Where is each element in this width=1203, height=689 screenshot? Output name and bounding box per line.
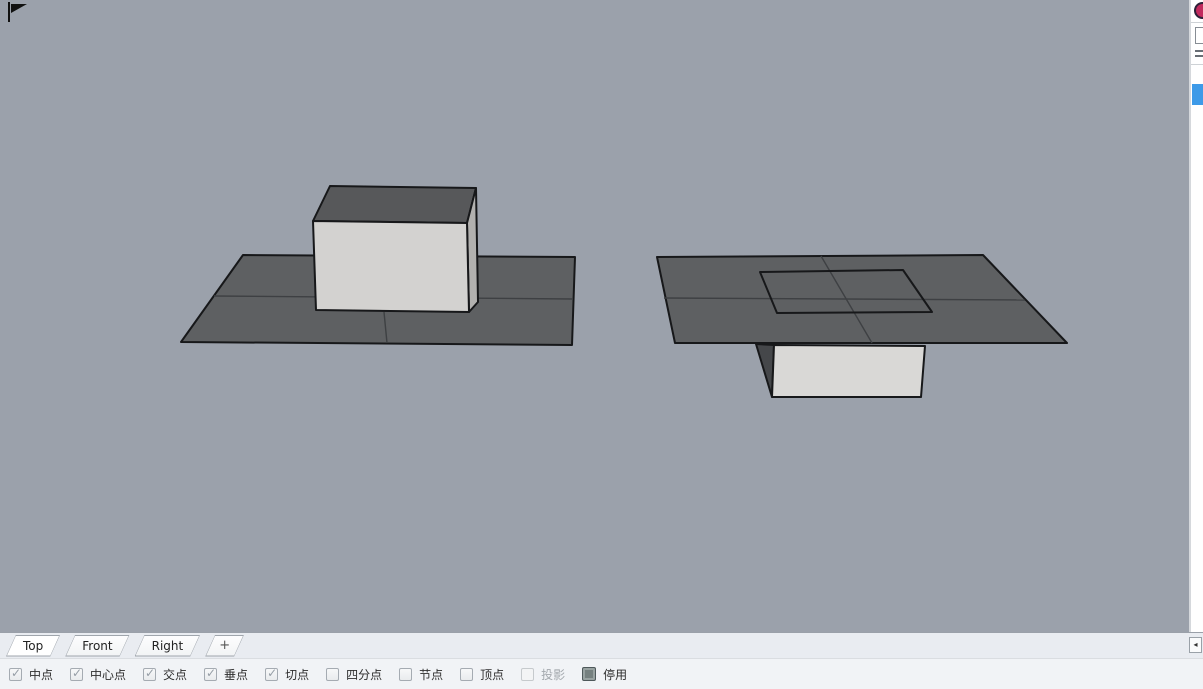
osnap-item-center: 中心点 — [70, 666, 126, 683]
osnap-label-project[interactable]: 投影 — [541, 666, 565, 683]
osnap-label-center[interactable]: 中心点 — [90, 666, 126, 683]
properties-circle-icon[interactable] — [1194, 2, 1203, 19]
osnap-checkbox-tangent[interactable] — [265, 668, 278, 681]
osnap-item-disable: 停用 — [582, 666, 627, 683]
osnap-label-perpendicular[interactable]: 垂点 — [224, 666, 248, 683]
left-box-top-face — [313, 186, 476, 223]
osnap-label-intersection[interactable]: 交点 — [163, 666, 187, 683]
osnap-item-quadrant: 四分点 — [326, 666, 382, 683]
scene-3d — [0, 0, 1189, 632]
osnap-item-project: 投影 — [521, 666, 565, 683]
osnap-label-tangent[interactable]: 切点 — [285, 666, 309, 683]
right-box-front-face — [772, 345, 925, 397]
left-box-front-face — [313, 221, 469, 312]
tab-add-viewport[interactable]: + — [205, 635, 244, 657]
osnap-item-intersection: 交点 — [143, 666, 187, 683]
osnap-checkbox-mid[interactable] — [9, 668, 22, 681]
tab-front-label: Front — [66, 636, 128, 656]
osnap-checkbox-knot[interactable] — [399, 668, 412, 681]
document-icon[interactable] — [1195, 27, 1203, 44]
osnap-checkbox-project[interactable] — [521, 668, 534, 681]
tab-front[interactable]: Front — [65, 635, 129, 657]
osnap-item-tangent: 切点 — [265, 666, 309, 683]
osnap-checkbox-disable[interactable] — [582, 667, 596, 681]
tab-top[interactable]: Top — [6, 635, 60, 657]
left-box-on-plane[interactable] — [181, 186, 575, 345]
osnap-label-mid[interactable]: 中点 — [29, 666, 53, 683]
selection-cursor-icon — [0, 0, 32, 26]
panel-divider — [1191, 22, 1203, 23]
tab-scroll-button[interactable]: ◂ — [1189, 637, 1202, 653]
list-icon[interactable] — [1195, 50, 1203, 60]
cad-application-window: Top Front Right + ◂ 中点 中心点 交点 垂点 — [0, 0, 1203, 689]
tab-right[interactable]: Right — [135, 635, 201, 657]
right-box-under-plane[interactable] — [657, 255, 1067, 397]
right-side-panel — [1189, 0, 1203, 632]
blue-layer-swatch[interactable] — [1192, 84, 1203, 105]
osnap-checkbox-perpendicular[interactable] — [204, 668, 217, 681]
osnap-label-vertex[interactable]: 顶点 — [480, 666, 504, 683]
osnap-label-disable[interactable]: 停用 — [603, 666, 627, 683]
osnap-item-mid: 中点 — [9, 666, 53, 683]
osnap-item-perpendicular: 垂点 — [204, 666, 248, 683]
osnap-checkbox-quadrant[interactable] — [326, 668, 339, 681]
osnap-label-quadrant[interactable]: 四分点 — [346, 666, 382, 683]
osnap-checkbox-center[interactable] — [70, 668, 83, 681]
viewport-tab-bar: Top Front Right + ◂ — [0, 632, 1203, 658]
osnap-item-vertex: 顶点 — [460, 666, 504, 683]
viewport-perspective[interactable] — [0, 0, 1189, 632]
panel-divider — [1191, 64, 1203, 65]
plus-icon: + — [206, 636, 243, 656]
osnap-checkbox-intersection[interactable] — [143, 668, 156, 681]
osnap-item-knot: 节点 — [399, 666, 443, 683]
osnap-checkbox-vertex[interactable] — [460, 668, 473, 681]
tab-right-label: Right — [136, 636, 200, 656]
tab-top-label: Top — [7, 636, 59, 656]
osnap-label-knot[interactable]: 节点 — [419, 666, 443, 683]
right-box-side-face — [756, 344, 774, 397]
osnap-bar: 中点 中心点 交点 垂点 切点 四分点 节点 顶点 — [0, 658, 1203, 689]
